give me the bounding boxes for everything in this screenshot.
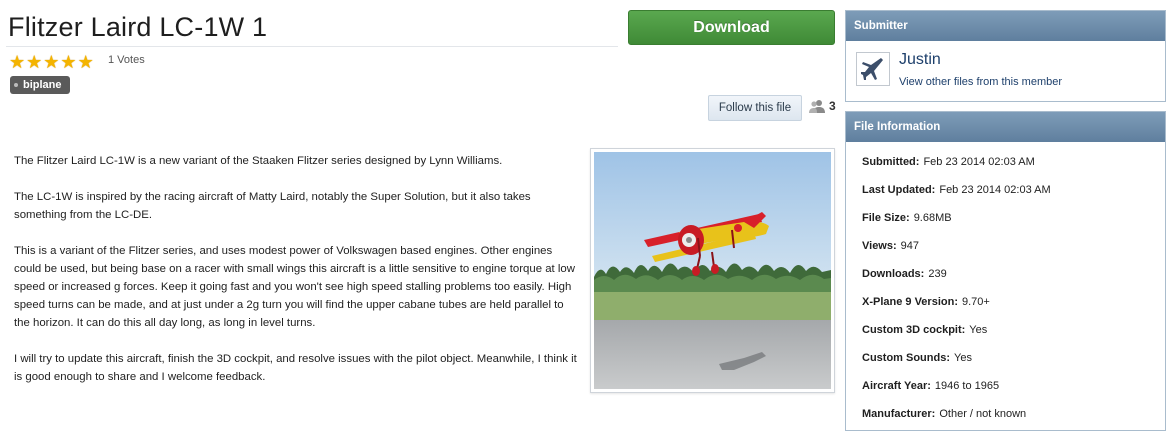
info-value: Feb 23 2014 02:03 AM	[923, 156, 1035, 168]
info-row-last-updated: Last Updated: Feb 23 2014 02:03 AM	[862, 176, 1165, 204]
star-icon[interactable]: ★	[9, 53, 25, 71]
star-icon[interactable]: ★	[43, 53, 59, 71]
rating-stars[interactable]: ★ ★ ★ ★ ★	[9, 53, 94, 71]
avatar[interactable]	[856, 52, 890, 86]
file-info-heading: File Information	[846, 112, 1165, 142]
info-label: Aircraft Year:	[862, 380, 931, 392]
info-row-aircraft-year: Aircraft Year: 1946 to 1965	[862, 372, 1165, 400]
info-label: X-Plane 9 Version:	[862, 296, 958, 308]
info-row-views: Views: 947	[862, 232, 1165, 260]
info-row-custom-cockpit: Custom 3D cockpit: Yes	[862, 316, 1165, 344]
followers-count[interactable]: 3	[808, 99, 836, 113]
info-row-xplane-version: X-Plane 9 Version: 9.70+	[862, 288, 1165, 316]
info-label: Manufacturer:	[862, 408, 936, 420]
star-icon[interactable]: ★	[26, 53, 42, 71]
submitter-name[interactable]: Justin	[899, 51, 941, 69]
info-label: File Size:	[862, 212, 910, 224]
description-paragraph: I will try to update this aircraft, fini…	[14, 353, 577, 383]
info-value: Other / not known	[939, 408, 1027, 420]
submitter-heading: Submitter	[846, 11, 1165, 41]
info-row-file-size: File Size: 9.68MB	[862, 204, 1165, 232]
file-screenshot[interactable]	[590, 148, 835, 393]
description-paragraph: The LC-1W is inspired by the racing airc…	[14, 191, 531, 221]
info-label: Custom Sounds:	[862, 352, 950, 364]
airplane-icon	[861, 58, 883, 80]
tag-biplane[interactable]: biplane	[10, 76, 70, 94]
info-value: 1946 to 1965	[934, 380, 1000, 392]
info-label: Downloads:	[862, 268, 925, 280]
file-main: Flitzer Laird LC-1W 1 Download ★ ★ ★ ★ ★…	[0, 0, 840, 446]
description-paragraph: The Flitzer Laird LC-1W is a new variant…	[14, 155, 503, 167]
submitter-panel: Submitter Justin View other files from t…	[845, 10, 1166, 102]
file-info-panel: File Information Submitted: Feb 23 2014 0…	[845, 111, 1166, 431]
star-icon[interactable]: ★	[78, 53, 94, 71]
follow-file-button[interactable]: Follow this file	[708, 95, 802, 121]
info-label: Custom 3D cockpit:	[862, 324, 966, 336]
info-value: 947	[900, 240, 920, 252]
info-value: Yes	[969, 324, 988, 336]
users-icon	[809, 100, 825, 113]
file-description: The Flitzer Laird LC-1W is a new variant…	[14, 152, 580, 404]
file-info-list: Submitted: Feb 23 2014 02:03 AM Last Upda…	[846, 142, 1165, 430]
info-label: Views:	[862, 240, 897, 252]
biplane-image	[594, 152, 831, 389]
followers-number: 3	[829, 99, 836, 113]
info-row-custom-sounds: Custom Sounds: Yes	[862, 344, 1165, 372]
description-paragraph: This is a variant of the Flitzer series,…	[14, 245, 575, 329]
submitter-body: Justin View other files from this member	[846, 41, 1165, 101]
other-files-link[interactable]: View other files from this member	[899, 76, 1062, 88]
title-divider	[6, 46, 618, 47]
info-label: Submitted:	[862, 156, 920, 168]
info-value: Feb 23 2014 02:03 AM	[939, 184, 1051, 196]
info-value: 239	[928, 268, 947, 280]
info-label: Last Updated:	[862, 184, 936, 196]
info-value: 9.68MB	[913, 212, 952, 224]
info-value: 9.70+	[961, 296, 990, 308]
info-row-submitted: Submitted: Feb 23 2014 02:03 AM	[862, 148, 1165, 176]
votes-count: 1 Votes	[108, 54, 145, 66]
download-button[interactable]: Download	[628, 10, 835, 45]
info-row-manufacturer: Manufacturer: Other / not known	[862, 400, 1165, 428]
star-icon[interactable]: ★	[60, 53, 76, 71]
info-value: Yes	[954, 352, 972, 364]
sidebar: Submitter Justin View other files from t…	[845, 10, 1166, 440]
page-title: Flitzer Laird LC-1W 1	[8, 12, 268, 42]
info-row-downloads: Downloads: 239	[862, 260, 1165, 288]
